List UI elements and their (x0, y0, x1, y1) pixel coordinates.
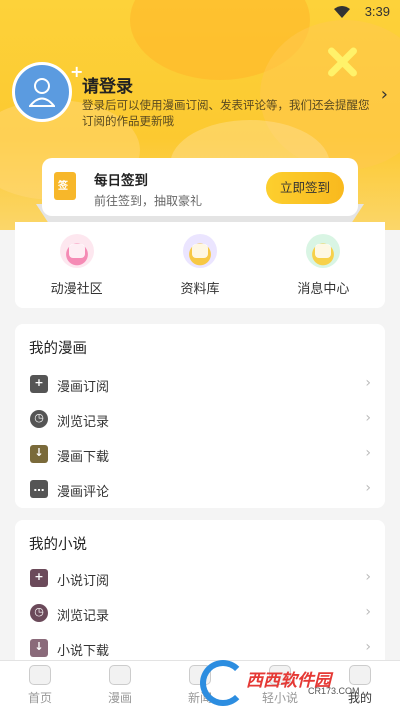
list-item-label: 漫画评论 (57, 485, 110, 500)
watermark-c-icon (200, 660, 246, 706)
chevron-right-icon: › (365, 375, 371, 391)
chevron-right-icon: › (365, 604, 371, 620)
login-description: 登录后可以使用漫画订阅、发表评论等，我们还会提醒您订阅的作品更新哦 (82, 98, 370, 128)
checkin-button[interactable]: 立即签到 (266, 172, 344, 204)
chevron-right-icon: › (365, 445, 371, 461)
nav-comics[interactable]: 漫画 (80, 661, 160, 710)
bookmark-icon: + (30, 375, 48, 393)
section-title: 我的漫画 (29, 341, 87, 357)
download-icon: ↓ (30, 445, 48, 463)
avatar[interactable] (12, 62, 72, 122)
quick-link-label: 消息中心 (297, 282, 350, 297)
chevron-right-icon[interactable]: › (381, 84, 388, 105)
my-comics-section: 我的漫画 + 漫画订阅 › ◷ 浏览记录 › ↓ 漫画下载 › … 漫画评论 › (15, 324, 385, 508)
comment-icon: … (30, 480, 48, 498)
list-item-label: 小说下载 (57, 644, 110, 659)
chevron-right-icon: › (365, 480, 371, 496)
library-icon (182, 234, 217, 268)
novel-subscriptions-item[interactable]: + 小说订阅 › (15, 561, 385, 596)
novel-history-item[interactable]: ◷ 浏览记录 › (15, 596, 385, 631)
download-icon: ↓ (30, 639, 48, 657)
comic-downloads-item[interactable]: ↓ 漫画下载 › (15, 437, 385, 472)
comic-subscriptions-item[interactable]: + 漫画订阅 › (15, 367, 385, 402)
message-icon (306, 234, 341, 268)
nav-label: 漫画 (107, 691, 132, 705)
nav-home[interactable]: 首页 (0, 661, 80, 710)
user-icon (29, 78, 55, 107)
list-item-label: 浏览记录 (57, 415, 110, 430)
watermark-url: CR173.COM (308, 686, 360, 696)
quick-link-messages[interactable]: 消息中心 (262, 222, 385, 308)
checkin-title: 每日签到 (94, 173, 148, 189)
login-title[interactable]: 请登录 (82, 72, 133, 97)
quick-link-library[interactable]: 资料库 (138, 222, 261, 308)
quick-links: 动漫社区 资料库 消息中心 (15, 222, 385, 308)
community-icon (59, 234, 94, 268)
home-icon (29, 665, 51, 685)
comic-icon (109, 665, 131, 685)
section-title: 我的小说 (29, 537, 87, 553)
comic-comments-item[interactable]: … 漫画评论 › (15, 472, 385, 507)
watermark-logo: 西西软件园 CR173.COM (200, 660, 385, 706)
checkin-subtitle: 前往签到，抽取豪礼 (94, 194, 203, 208)
list-item-label: 漫画订阅 (57, 380, 110, 395)
clock-icon: ◷ (30, 410, 48, 428)
chevron-right-icon: › (365, 569, 371, 585)
list-item-label: 漫画下载 (57, 450, 110, 465)
quick-link-label: 资料库 (180, 282, 220, 297)
list-item-label: 小说订阅 (57, 574, 110, 589)
checkin-icon: 签 (54, 172, 76, 200)
status-time: 3:39 (364, 4, 390, 19)
bookmark-icon: + (30, 569, 48, 587)
chevron-right-icon: › (365, 639, 371, 655)
status-bar: 3:39 (0, 0, 400, 24)
quick-link-label: 动漫社区 (50, 282, 103, 297)
list-item-label: 浏览记录 (57, 609, 110, 624)
wifi-icon (334, 6, 350, 18)
comic-history-item[interactable]: ◷ 浏览记录 › (15, 402, 385, 437)
decor-cross-icon (325, 45, 359, 79)
daily-checkin-card: 签 每日签到 前往签到，抽取豪礼 立即签到 (42, 158, 358, 216)
my-novels-section: 我的小说 + 小说订阅 › ◷ 浏览记录 › ↓ 小说下载 › (15, 520, 385, 670)
clock-icon: ◷ (30, 604, 48, 622)
nav-label: 首页 (27, 691, 52, 705)
quick-link-community[interactable]: 动漫社区 (15, 222, 138, 308)
chevron-right-icon: › (365, 410, 371, 426)
